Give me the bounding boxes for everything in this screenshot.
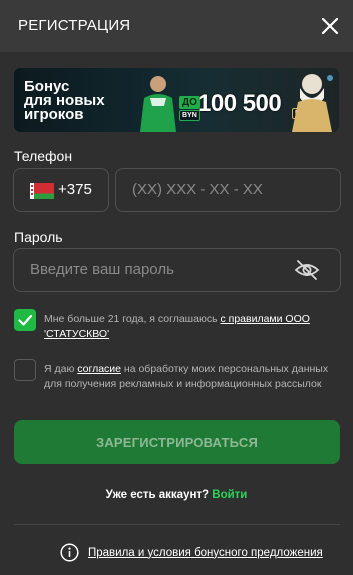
login-question: Уже есть аккаунт? (105, 489, 210, 501)
belarus-flag-icon (30, 183, 54, 199)
info-icon (60, 543, 79, 562)
phone-input[interactable]: (XX) XXX - XX - XX (115, 168, 341, 212)
divider (14, 524, 340, 525)
password-input[interactable]: Введите ваш пароль (13, 248, 341, 292)
banner-text-line3: игроков (24, 106, 84, 123)
banner-amount: 100 500 (198, 90, 282, 117)
password-label: Пароль (14, 229, 63, 245)
banner-text: Бонус для новых игроков (24, 79, 134, 123)
banner-prefix: ДО (179, 96, 200, 109)
banner-currency: BYN (179, 110, 200, 121)
bonus-terms[interactable]: Правила и условия бонусного предложения (60, 543, 323, 562)
phone-label: Телефон (14, 148, 73, 164)
country-code: +375 (58, 181, 92, 198)
checkmark-icon (18, 314, 33, 326)
bonus-banner[interactable]: Бонус для новых игроков ДО BYN 100 500 F… (14, 68, 339, 132)
login-link[interactable]: Войти (212, 489, 247, 501)
password-placeholder: Введите ваш пароль (30, 261, 174, 278)
data-consent-text: Я даю согласие на обработку моих персона… (44, 362, 336, 392)
login-prompt: Уже есть аккаунт? Войти (0, 489, 353, 501)
football-player-image (140, 76, 176, 132)
data-consent-before: Я даю (44, 363, 78, 375)
age-consent-label: Мне больше 21 года, я соглашаюсь (44, 313, 221, 325)
age-consent-checkbox[interactable] (14, 309, 36, 331)
phone-placeholder: (XX) XXX - XX - XX (132, 181, 263, 198)
data-consent-checkbox[interactable] (14, 359, 36, 381)
age-consent-text: Мне больше 21 года, я соглашаюсь с прави… (44, 312, 316, 342)
register-button[interactable]: ЗАРЕГИСТРИРОВАТЬСЯ (14, 420, 340, 464)
modal-title: РЕГИСТРАЦИЯ (18, 17, 131, 34)
close-icon (321, 17, 339, 35)
modal-header: РЕГИСТРАЦИЯ (0, 0, 353, 52)
zeus-character-image (292, 74, 333, 132)
consent-link[interactable]: согласие (77, 363, 121, 375)
close-button[interactable] (319, 15, 341, 37)
eye-slash-icon[interactable] (294, 259, 320, 281)
terms-link[interactable]: Правила и условия бонусного предложения (88, 547, 323, 559)
country-code-select[interactable]: +375 (13, 168, 109, 212)
